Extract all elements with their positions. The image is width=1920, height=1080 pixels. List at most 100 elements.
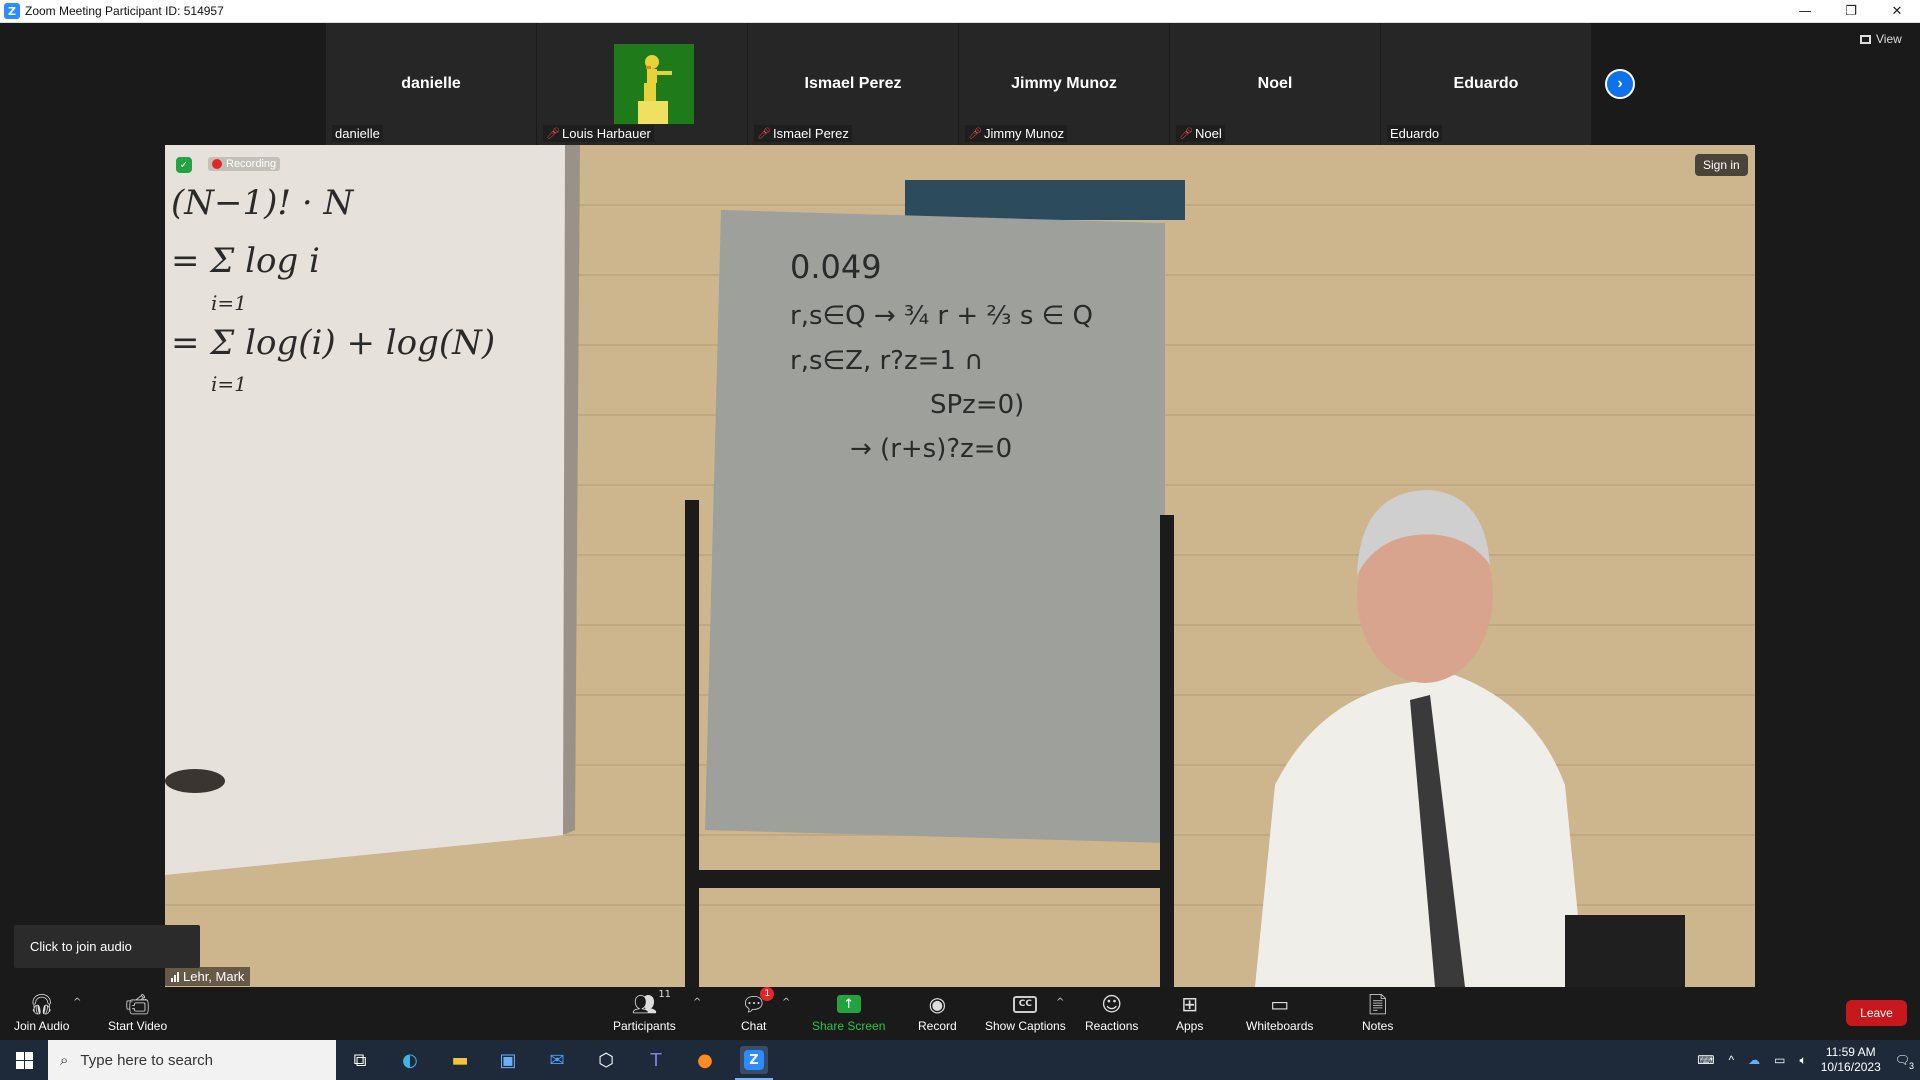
microsoft-store-icon[interactable]: ▣ [494, 1046, 522, 1074]
whiteboard-center-text: 0.049 r,s∈Q → ³⁄₄ r + ²⁄₃ s ∈ Q r,s∈Z, r… [790, 240, 1150, 471]
mic-muted-icon: 🎤︎ [968, 127, 982, 140]
taskbar-clock[interactable]: 11:59 AM 10/16/2023 [1821, 1045, 1881, 1075]
participant-tag-text: Ismael Perez [773, 126, 849, 141]
headphones-icon: 🎧︎ [29, 992, 55, 1016]
window-title-bar: Z Zoom Meeting Participant ID: 514957 — … [0, 0, 1920, 23]
restore-button[interactable]: ❐ [1828, 0, 1874, 23]
meeting-toolbar: 🎧︎ Join Audio ^ 📹︎ Start Video 👥︎ 11 Part… [0, 987, 1920, 1040]
file-explorer-icon[interactable]: ▬ [446, 1046, 474, 1074]
mail-icon[interactable]: ✉ [543, 1046, 571, 1074]
participant-profile-picture [614, 44, 694, 124]
participants-options-chevron-up-icon[interactable]: ^ [693, 997, 701, 1008]
join-audio-label: Join Audio [14, 1019, 70, 1033]
audio-options-chevron-up-icon[interactable]: ^ [73, 997, 81, 1008]
close-button[interactable]: ✕ [1874, 0, 1920, 23]
main-video-feed: (N−1)! · N = Σ log i i=1 = Σ log(i) + lo… [165, 145, 1755, 987]
notes-icon: 📄︎ [1364, 992, 1391, 1016]
taskbar-search-box[interactable]: ⌕ Type here to search [48, 1040, 336, 1080]
video-off-icon: 📹︎ [124, 992, 151, 1016]
3d-viewer-icon[interactable]: ⬡ [592, 1046, 620, 1074]
view-grid-icon [1860, 34, 1871, 44]
chat-options-chevron-up-icon[interactable]: ^ [782, 997, 790, 1008]
board-line: = Σ log i [171, 240, 320, 281]
edge-browser-icon[interactable]: ◐ [396, 1046, 424, 1074]
board-line: i=1 [211, 290, 247, 315]
chat-button[interactable]: 💬︎ 1 Chat [741, 987, 775, 1033]
join-audio-tooltip: Click to join audio [14, 925, 200, 968]
participant-tag-text: Louis Harbauer [562, 126, 651, 141]
participants-icon: 👥︎ 11 [631, 989, 672, 1016]
board-line: → (r+s)?z=0 [850, 433, 1013, 464]
zoom-taskbar-icon[interactable]: Z [735, 1046, 773, 1080]
notification-count: 3 [1908, 1061, 1914, 1071]
participant-name-tag: 🎤︎ Noel [1176, 125, 1225, 142]
participants-count: 11 [658, 989, 672, 1000]
mic-muted-icon: 🎤︎ [546, 127, 560, 140]
participant-display-name: Eduardo [1453, 75, 1519, 92]
recording-indicator: Recording [208, 157, 281, 171]
participant-tile-ismael-perez[interactable]: Ismael Perez 🎤︎ Ismael Perez [748, 23, 959, 145]
minimize-button[interactable]: — [1782, 0, 1828, 23]
join-audio-button[interactable]: 🎧︎ Join Audio [14, 991, 69, 1033]
start-button[interactable] [0, 1040, 48, 1080]
participant-tile-danielle[interactable]: danielle danielle [326, 23, 537, 145]
onedrive-icon[interactable]: ☁ [1748, 1053, 1760, 1067]
participant-name-tag: danielle [332, 125, 383, 142]
chevron-right-icon: › [1617, 75, 1623, 92]
participant-display-name: Noel [1257, 75, 1293, 92]
apps-button[interactable]: ⊞ Apps [1176, 991, 1203, 1033]
clock-time: 11:59 AM [1825, 1045, 1876, 1059]
participants-button[interactable]: 👥︎ 11 Participants [613, 989, 676, 1033]
whiteboards-button[interactable]: ▭ Whiteboards [1246, 991, 1313, 1033]
participant-tile-jimmy-munoz[interactable]: Jimmy Munoz 🎤︎ Jimmy Munoz [959, 23, 1170, 145]
sign-in-button[interactable]: Sign in [1695, 154, 1748, 176]
show-captions-button[interactable]: CC Show Captions [985, 991, 1066, 1033]
leave-meeting-button[interactable]: Leave [1846, 1000, 1907, 1026]
window-title: Zoom Meeting Participant ID: 514957 [25, 4, 224, 18]
participant-display-name: Ismael Perez [804, 75, 902, 92]
participant-tile-noel[interactable]: Noel 🎤︎ Noel [1170, 23, 1381, 145]
apps-label: Apps [1176, 1019, 1204, 1033]
whiteboards-label: Whiteboards [1246, 1019, 1314, 1033]
chat-unread-badge: 1 [760, 987, 775, 1001]
participant-name-tag: 🎤︎ Ismael Perez [754, 125, 852, 142]
windows-logo-icon [15, 1051, 33, 1069]
system-tray: ⌨ ^ ☁ ▭ 🔈︎ 11:59 AM 10/16/2023 🗨︎ 3 [1697, 1040, 1920, 1080]
search-icon: ⌕ [60, 1051, 69, 1069]
share-screen-button[interactable]: ↑ Share Screen [812, 991, 885, 1033]
record-button[interactable]: ◉ Record [918, 991, 957, 1033]
keyboard-icon[interactable]: ⌨ [1697, 1053, 1714, 1067]
board-line: SPz=0) [930, 389, 1025, 420]
captions-options-chevron-up-icon[interactable]: ^ [1056, 997, 1064, 1008]
view-button[interactable]: View [1860, 32, 1902, 46]
recording-label: Recording [226, 158, 277, 170]
participant-name-tag: Eduardo [1387, 125, 1443, 142]
board-line: (N−1)! · N [171, 183, 354, 223]
record-label: Record [918, 1019, 957, 1033]
reactions-button[interactable]: ☺ Reactions [1085, 991, 1138, 1033]
zoom-logo-icon: Z [744, 1050, 764, 1070]
chevron-up-icon[interactable]: ^ [1729, 1053, 1735, 1067]
participant-tile-louis-harbauer[interactable]: 🎤︎ Louis Harbauer [537, 23, 748, 145]
next-page-arrow-button[interactable]: › [1605, 69, 1635, 99]
network-icon[interactable]: ▭ [1774, 1053, 1785, 1067]
participant-tag-text: Noel [1195, 126, 1222, 141]
participant-tag-text: danielle [335, 126, 380, 141]
notes-button[interactable]: 📄︎ Notes [1362, 991, 1393, 1033]
participants-label: Participants [613, 1019, 676, 1033]
start-video-button[interactable]: 📹︎ Start Video [108, 991, 167, 1033]
firefox-icon[interactable]: ● [691, 1046, 719, 1074]
security-shield-icon[interactable]: ✓ [176, 157, 192, 173]
task-view-icon[interactable]: ⧉ [346, 1046, 374, 1074]
participant-tile-eduardo[interactable]: Eduardo Eduardo [1381, 23, 1592, 145]
closed-captions-icon: CC [1013, 991, 1038, 1017]
chat-label: Chat [741, 1019, 767, 1033]
start-video-label: Start Video [108, 1019, 168, 1033]
teams-icon[interactable]: T [642, 1046, 670, 1074]
notifications-icon[interactable]: 🗨︎ 3 [1895, 1053, 1914, 1071]
show-captions-label: Show Captions [985, 1019, 1066, 1033]
volume-muted-icon[interactable]: 🔈︎ [1800, 1053, 1807, 1068]
active-speaker-name-tag: Lehr, Mark [165, 967, 251, 986]
zoom-app-icon: Z [4, 3, 20, 19]
board-line: 0.049 [790, 248, 882, 286]
